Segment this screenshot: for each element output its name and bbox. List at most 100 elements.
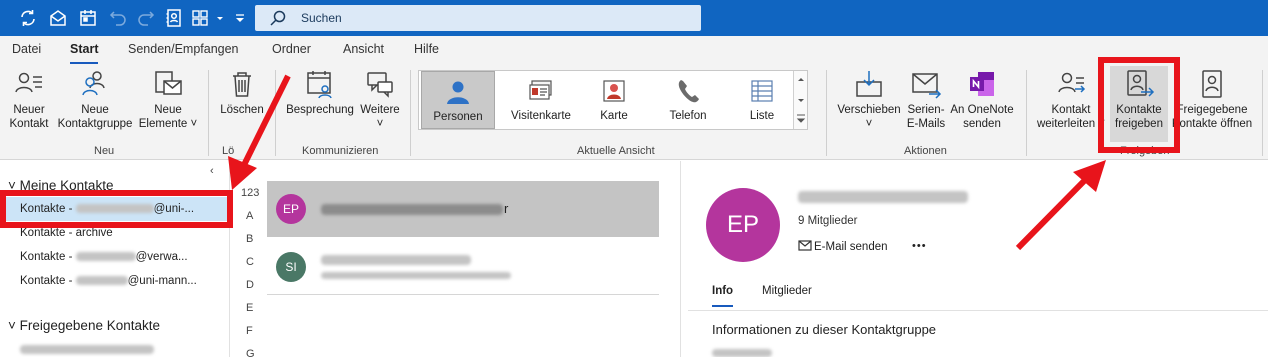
avatar: EP: [276, 194, 306, 224]
sync-icon[interactable]: [18, 8, 38, 28]
group-label-neu: Neu: [94, 145, 115, 157]
members-count: 9 Mitglieder: [798, 215, 858, 227]
ribbon-separator: [1026, 70, 1027, 156]
send-email-button[interactable]: E-Mail senden: [798, 240, 888, 254]
alpha-item[interactable]: G: [231, 348, 267, 357]
view-liste[interactable]: Liste: [725, 71, 799, 129]
ribbon-separator: [1262, 70, 1263, 156]
forward-contact-button[interactable]: Kontakt weiterleiten ˅: [1034, 68, 1108, 131]
phone-icon: [674, 77, 702, 105]
shared-folder-item[interactable]: [20, 344, 154, 356]
annotation-box-share-button: [1098, 57, 1180, 153]
alpha-item[interactable]: B: [231, 233, 267, 245]
divider: [688, 310, 1268, 311]
contact-card[interactable]: SI: [267, 239, 659, 295]
contact-avatar: EP: [706, 188, 780, 262]
ribbon-separator: [826, 70, 827, 156]
grid-dropdown-icon[interactable]: [210, 8, 223, 28]
tab-ordner[interactable]: Ordner: [272, 42, 311, 56]
more-options-icon[interactable]: •••: [912, 240, 927, 252]
more-communicate-button[interactable]: Weitere ˅: [358, 68, 402, 131]
alpha-item[interactable]: F: [231, 325, 267, 337]
contact-list: EP r SI: [267, 161, 681, 357]
grid-icon[interactable]: [190, 8, 210, 28]
gallery-scroll[interactable]: [793, 71, 807, 129]
tab-hilfe[interactable]: Hilfe: [414, 42, 439, 56]
group-label-loeschen: Lö: [222, 145, 235, 157]
calendar-icon[interactable]: [78, 8, 98, 28]
folder-contacts-archive[interactable]: Kontakte - archive: [20, 227, 113, 239]
group-label-ansicht: Aktuelle Ansicht: [577, 145, 655, 157]
view-visitenkarte[interactable]: Visitenkarte: [499, 71, 583, 129]
shared-contacts-header[interactable]: ˅ Freigegebene Kontakte: [8, 318, 160, 333]
group-label-kommunizieren: Kommunizieren: [302, 145, 379, 157]
ribbon-separator: [410, 70, 411, 156]
search-placeholder: Suchen: [301, 11, 342, 25]
chat-bubbles-icon: [364, 68, 396, 100]
meeting-button[interactable]: Besprechung: [282, 68, 358, 117]
new-items-icon: [152, 68, 184, 100]
view-karte[interactable]: Karte: [577, 71, 651, 129]
contact-name-tail: r: [504, 201, 509, 216]
title-bar: Suchen: [0, 0, 1268, 36]
ribbon: Neuer Kontakt Neue Kontaktgruppe Neue El…: [0, 64, 1268, 160]
ribbon-separator: [275, 70, 276, 156]
tab-datei[interactable]: Datei: [12, 42, 41, 56]
tab-senden-empfangen[interactable]: Senden/Empfangen: [128, 42, 239, 56]
redacted-text: [712, 349, 772, 357]
redacted-text: [75, 276, 128, 286]
envelope-open-icon[interactable]: [48, 8, 68, 28]
open-shared-contacts-button[interactable]: Freigegebene Kontakte öffnen: [1168, 68, 1256, 131]
avatar: SI: [276, 252, 306, 282]
list-icon: [748, 77, 776, 105]
alpha-item[interactable]: E: [231, 302, 267, 314]
person-icon: [444, 78, 472, 106]
current-view-gallery: Personen Visitenkarte Karte Telefon List…: [418, 70, 808, 130]
alpha-item[interactable]: C: [231, 256, 267, 268]
reading-pane: EP 9 Mitglieder E-Mail senden ••• Info M…: [682, 161, 1268, 357]
folder-contacts-uni-mann[interactable]: Kontakte - @uni-mann...: [20, 275, 197, 287]
annotation-box-folder: [0, 190, 233, 228]
onenote-icon: [966, 68, 998, 100]
alphabet-index: 123 A B C D E F G: [231, 161, 267, 357]
search-box[interactable]: Suchen: [255, 5, 701, 31]
address-card-icon: [1196, 68, 1228, 100]
delete-button[interactable]: Löschen: [216, 68, 268, 117]
ribbon-separator: [208, 70, 209, 156]
redacted-text: [75, 252, 136, 262]
redo-icon[interactable]: [136, 8, 156, 28]
alpha-item[interactable]: 123: [231, 187, 267, 199]
tab-start[interactable]: Start: [70, 42, 99, 65]
folder-contacts-verwa[interactable]: Kontakte - @verwa...: [20, 251, 188, 263]
section-title: Informationen zu dieser Kontaktgruppe: [712, 322, 937, 337]
alpha-item[interactable]: D: [231, 279, 267, 291]
redacted-text: [321, 255, 471, 265]
business-card-icon: [527, 77, 555, 105]
address-book-icon[interactable]: [164, 8, 184, 28]
contact-card-icon: [600, 77, 628, 105]
tab-info[interactable]: Info: [712, 285, 734, 307]
tab-mitglieder[interactable]: Mitglieder: [762, 285, 812, 297]
person-list-icon: [13, 68, 45, 100]
chevron-down-icon: ˅: [8, 318, 20, 333]
redacted-text: [321, 204, 503, 215]
move-button[interactable]: Verschieben ˅: [834, 68, 904, 131]
contact-card[interactable]: EP r: [267, 181, 659, 237]
onenote-button[interactable]: An OneNote senden: [950, 68, 1014, 131]
customize-toolbar-icon[interactable]: [230, 8, 244, 28]
collapse-pane-icon[interactable]: ‹: [210, 165, 214, 177]
group-label-aktionen: Aktionen: [904, 145, 947, 157]
mail-merge-button[interactable]: Serien- E-Mails: [902, 68, 950, 131]
redacted-text: [20, 345, 154, 355]
alpha-item[interactable]: A: [231, 210, 267, 222]
redacted-text: [798, 191, 968, 203]
tab-ansicht[interactable]: Ansicht: [343, 42, 384, 56]
new-items-button[interactable]: Neue Elemente ˅: [138, 68, 198, 131]
redacted-text: [321, 272, 511, 279]
view-telefon[interactable]: Telefon: [651, 71, 725, 129]
search-icon: [269, 9, 287, 27]
new-contact-button[interactable]: Neuer Kontakt: [6, 68, 52, 131]
undo-icon[interactable]: [108, 8, 128, 28]
view-personen[interactable]: Personen: [421, 71, 495, 129]
new-contact-group-button[interactable]: Neue Kontaktgruppe: [54, 68, 136, 131]
